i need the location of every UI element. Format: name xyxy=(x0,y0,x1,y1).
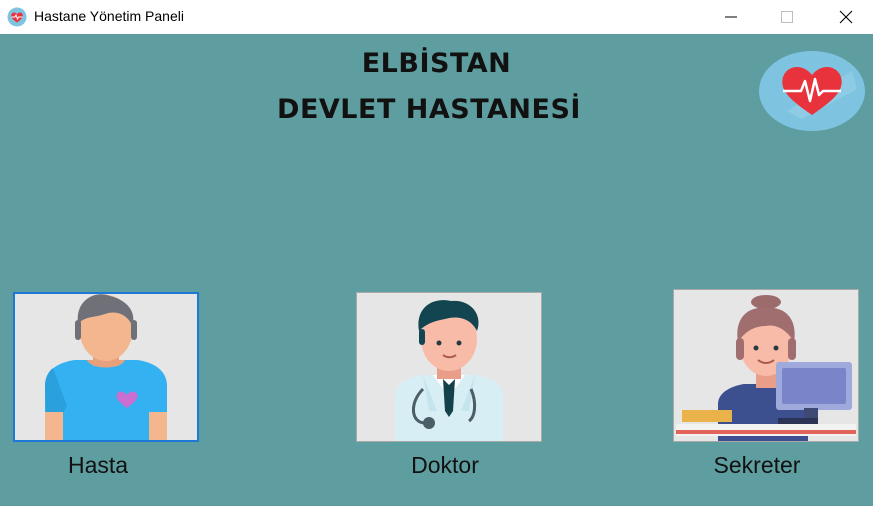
secretary-card-button[interactable] xyxy=(673,289,859,442)
doctor-icon xyxy=(357,293,541,441)
hospital-name: ELBİSTAN xyxy=(361,48,512,79)
patient-card-button[interactable] xyxy=(13,292,199,442)
patient-icon xyxy=(15,294,197,440)
main-panel: ELBİSTAN DEVLET HASTANESİ Hasta Doktor S… xyxy=(0,34,873,506)
patient-label: Hasta xyxy=(67,452,129,478)
heart-app-icon xyxy=(7,7,27,27)
doctor-card-button[interactable] xyxy=(356,292,542,442)
doctor-label: Doktor xyxy=(411,452,479,478)
minimize-icon xyxy=(725,16,737,18)
hospital-type: DEVLET HASTANESİ xyxy=(277,94,581,125)
close-button[interactable] xyxy=(819,0,873,34)
window-title: Hastane Yönetim Paneli xyxy=(34,8,184,24)
heart-logo-icon xyxy=(757,49,867,133)
maximize-icon xyxy=(781,11,793,23)
maximize-button[interactable] xyxy=(760,0,814,34)
close-icon xyxy=(839,10,853,24)
minimize-button[interactable] xyxy=(704,0,758,34)
title-bar[interactable]: Hastane Yönetim Paneli xyxy=(0,0,873,34)
secretary-label: Sekreter xyxy=(713,452,801,478)
secretary-icon xyxy=(674,290,858,441)
